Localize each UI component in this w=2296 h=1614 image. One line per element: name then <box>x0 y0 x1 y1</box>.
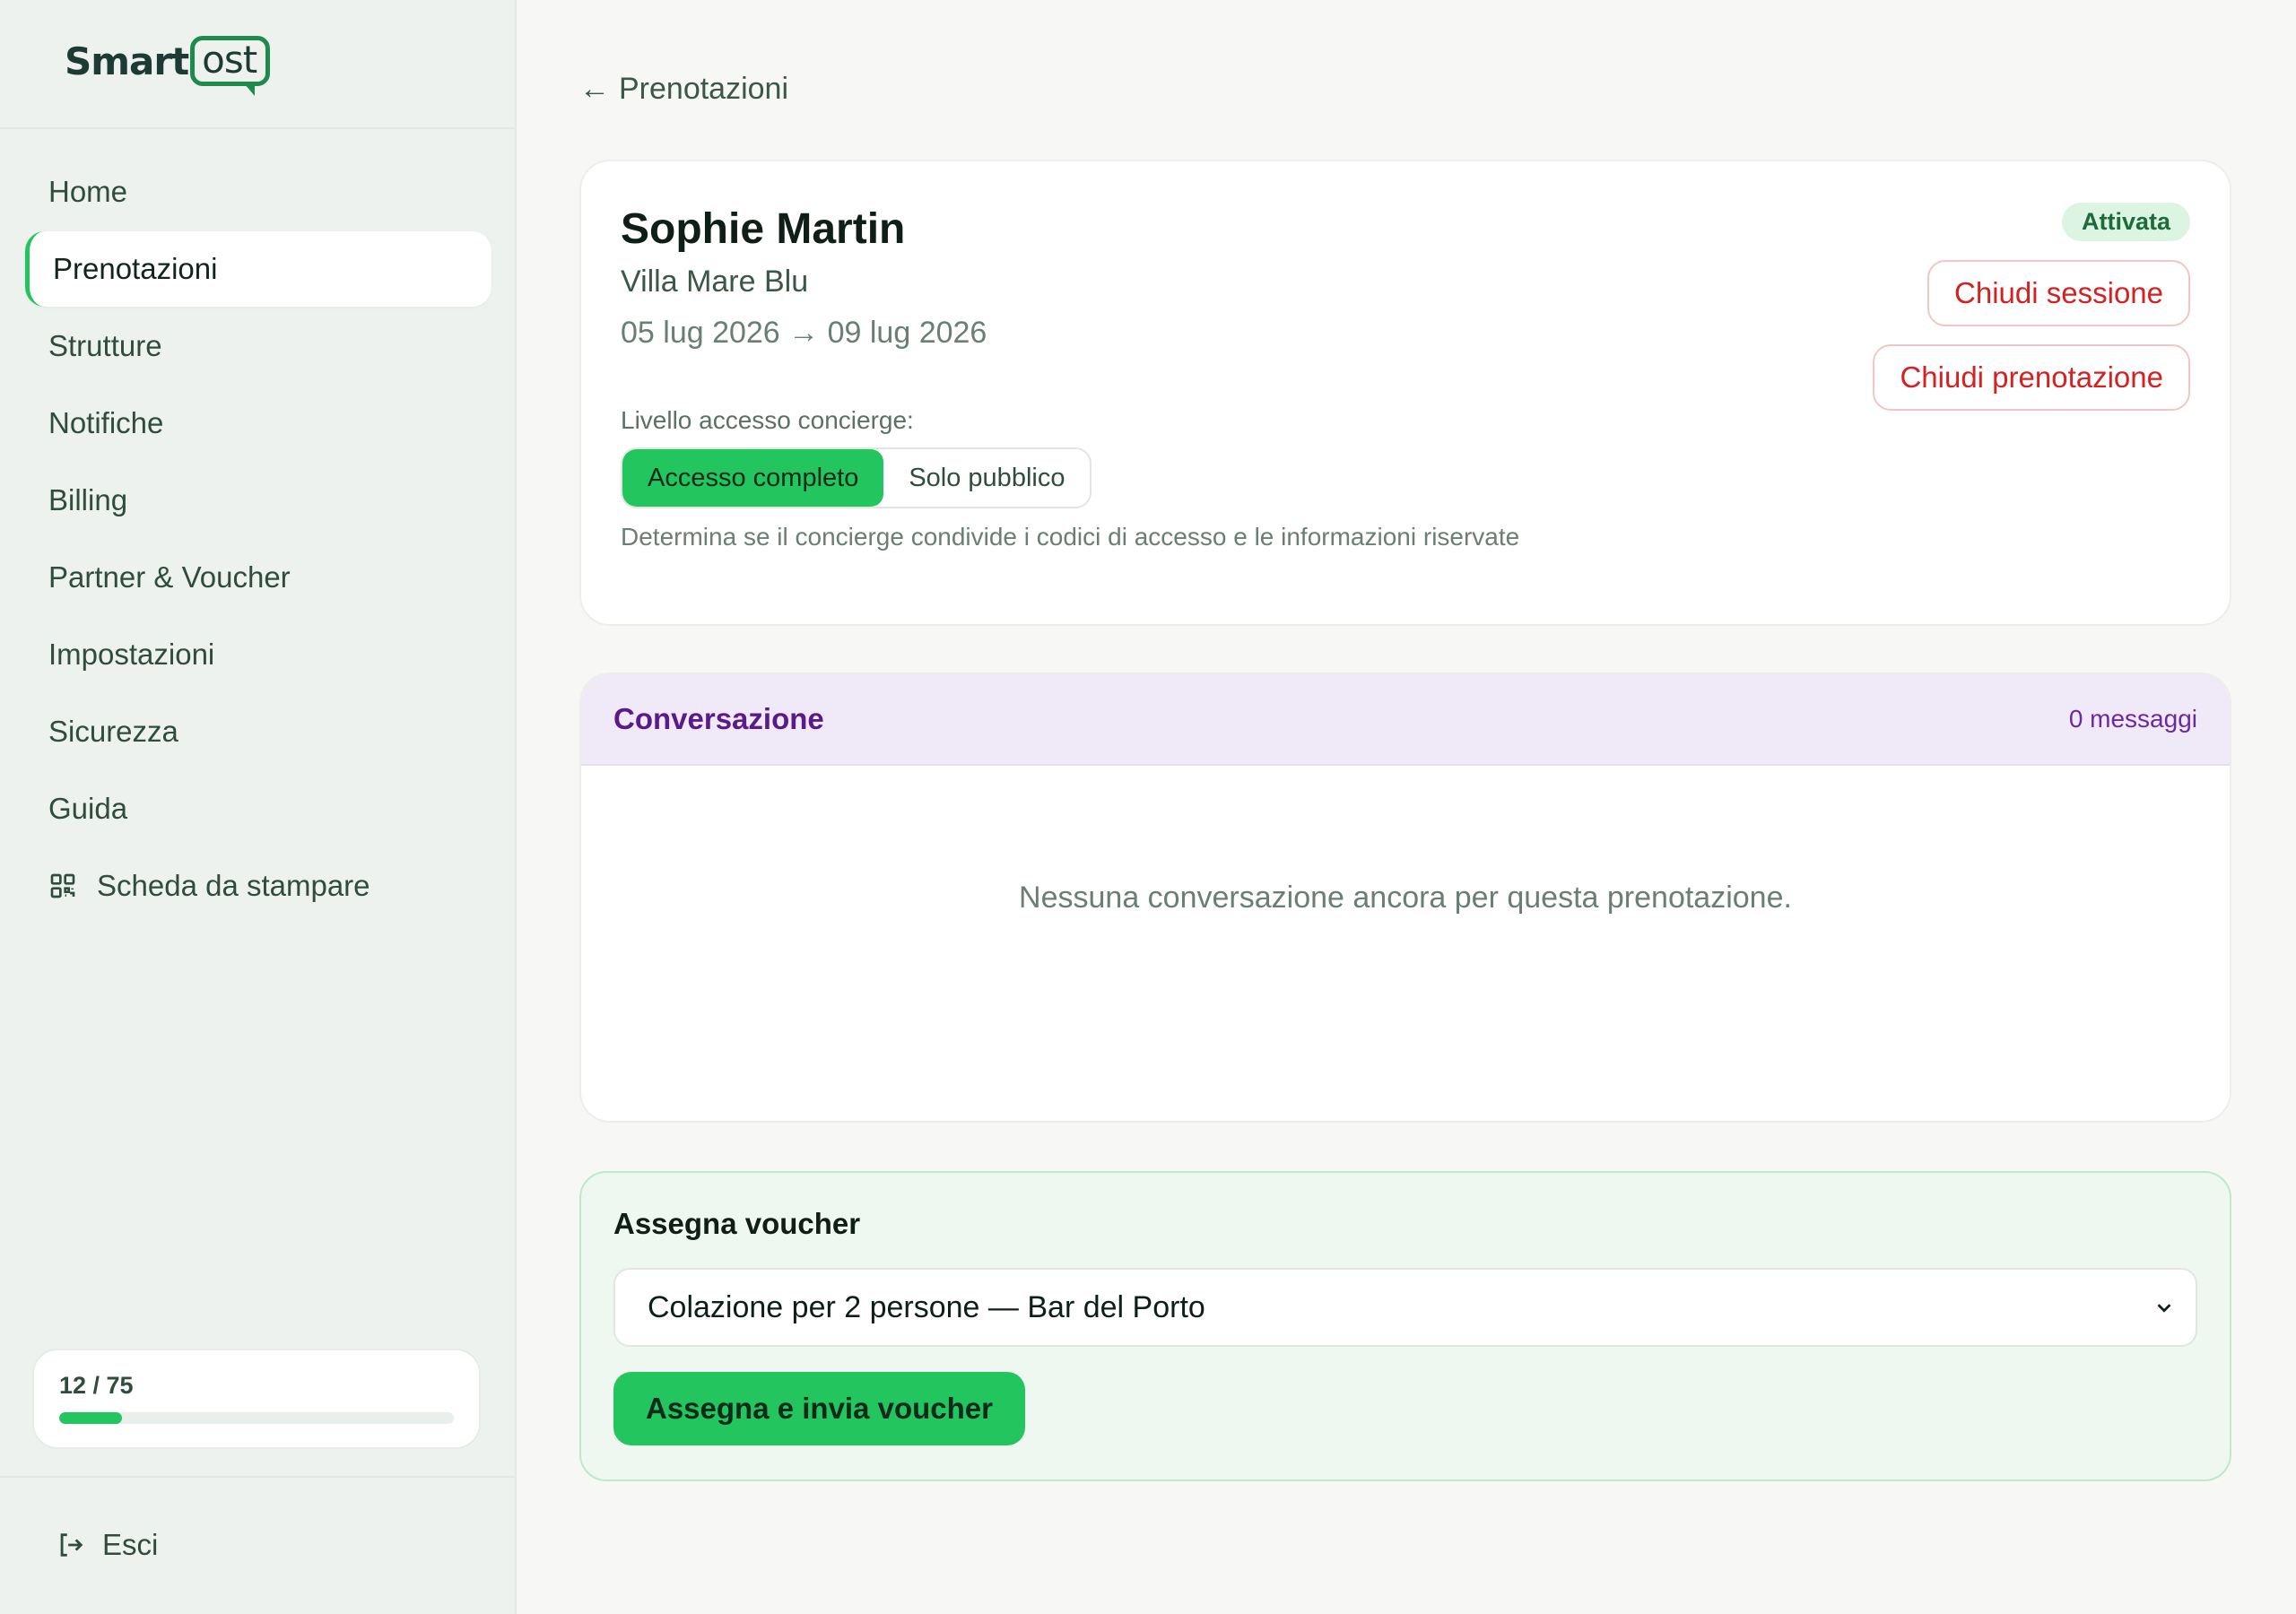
back-link-label: Prenotazioni <box>619 72 789 106</box>
sidebar-item-guida[interactable]: Guida <box>25 771 491 846</box>
conversation-title: Conversazione <box>613 702 824 735</box>
sidebar-item-scheda-da-stampare[interactable]: Scheda da stampare <box>25 848 491 924</box>
voucher-select-value: Colazione per 2 persone — Bar del Porto <box>648 1289 1205 1324</box>
usage-quota-card: 12 / 75 <box>32 1349 481 1449</box>
logout-label: Esci <box>102 1528 159 1561</box>
back-to-bookings-link[interactable]: ← Prenotazioni <box>579 72 788 107</box>
chevron-down-icon <box>2157 1304 2171 1313</box>
status-badge: Attivata <box>2061 203 2190 241</box>
guest-name: Sophie Martin <box>621 205 906 253</box>
voucher-title: Assegna voucher <box>613 1207 861 1240</box>
sidebar-item-label: Strutture <box>48 329 162 362</box>
brand-logo[interactable]: Smart ost <box>65 36 515 96</box>
concierge-access-help: Determina se il concierge condivide i co… <box>621 523 1520 551</box>
sidebar-item-label: Guida <box>48 792 128 825</box>
concierge-access-toggle: Accesso completo Solo pubblico <box>621 447 1092 508</box>
usage-quota-text: 12 / 75 <box>59 1372 134 1399</box>
sidebar-item-home[interactable]: Home <box>25 154 491 230</box>
sidebar-item-label: Impostazioni <box>48 638 215 671</box>
conversation-card: Conversazione 0 messaggi Nessuna convers… <box>579 672 2231 1123</box>
access-option-public[interactable]: Solo pubblico <box>883 449 1091 507</box>
sidebar-item-prenotazioni[interactable]: Prenotazioni <box>25 231 491 307</box>
sidebar-item-label: Prenotazioni <box>53 252 218 285</box>
sidebar-item-billing[interactable]: Billing <box>25 463 491 538</box>
assign-voucher-card: Assegna voucher Colazione per 2 persone … <box>579 1171 2231 1481</box>
access-option-full[interactable]: Accesso completo <box>622 449 884 507</box>
usage-quota-fill <box>59 1412 123 1424</box>
qr-code-icon <box>50 873 75 898</box>
logout-button[interactable]: Esci <box>56 1528 158 1562</box>
brand-name-prefix: Smart <box>65 39 189 83</box>
sidebar-item-label: Notifiche <box>48 406 164 439</box>
sidebar-item-notifiche[interactable]: Notifiche <box>25 386 491 461</box>
sidebar: Smart ost Home Prenotazioni Strutture No… <box>0 0 517 1614</box>
sidebar-item-impostazioni[interactable]: Impostazioni <box>25 617 491 692</box>
sidebar-item-label: Sicurezza <box>48 715 178 748</box>
sidebar-item-sicurezza[interactable]: Sicurezza <box>25 694 491 769</box>
sidebar-item-label: Billing <box>48 483 128 516</box>
booking-details-card: Sophie Martin Villa Mare Blu 05 lug 2026… <box>579 160 2231 626</box>
voucher-select[interactable]: Colazione per 2 persone — Bar del Porto <box>613 1268 2197 1347</box>
logo-area: Smart ost <box>0 0 515 129</box>
sidebar-item-partner-voucher[interactable]: Partner & Voucher <box>25 540 491 615</box>
brand-name-suffix: ost <box>190 36 271 96</box>
sidebar-item-label: Partner & Voucher <box>48 560 291 594</box>
sidebar-item-strutture[interactable]: Strutture <box>25 308 491 384</box>
conversation-empty-state: Nessuna conversazione ancora per questa … <box>1019 881 1792 915</box>
close-session-button[interactable]: Chiudi sessione <box>1927 260 2190 326</box>
close-booking-button[interactable]: Chiudi prenotazione <box>1873 344 2190 411</box>
arrow-left-icon: ← <box>579 72 610 106</box>
conversation-header: Conversazione 0 messaggi <box>581 674 2230 766</box>
sidebar-item-label: Home <box>48 175 128 208</box>
sidebar-nav: Home Prenotazioni Strutture Notifiche Bi… <box>25 154 491 925</box>
assign-send-voucher-button[interactable]: Assegna e invia voucher <box>613 1372 1025 1445</box>
usage-quota-bar <box>59 1412 454 1424</box>
sidebar-item-label: Scheda da stampare <box>97 869 370 902</box>
message-count: 0 messaggi <box>2068 705 2197 733</box>
logout-area: Esci <box>0 1476 515 1614</box>
logout-icon <box>60 1533 83 1557</box>
